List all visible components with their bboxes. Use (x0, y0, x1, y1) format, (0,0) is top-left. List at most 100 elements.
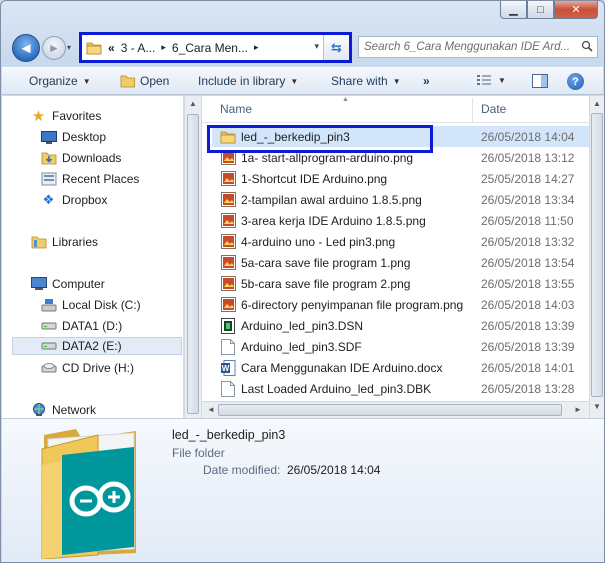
table-row[interactable]: 5a-cara save file program 1.png 26/05/201… (212, 252, 589, 273)
chevron-down-icon: ▼ (498, 75, 506, 85)
sidebar-item-label: Network (52, 403, 97, 417)
back-button[interactable]: ◄ (12, 34, 40, 62)
address-dropdown-icon[interactable]: ▾ (314, 41, 319, 52)
sidebar-item-favorites[interactable]: ★ Favorites (30, 107, 102, 125)
file-date: 26/05/2018 13:12 (481, 150, 575, 165)
star-icon: ★ (31, 108, 46, 125)
table-row[interactable]: Arduino_led_pin3.SDF 26/05/2018 13:39 (212, 336, 589, 357)
scrollbar-thumb[interactable] (187, 114, 199, 414)
system-drive-icon (40, 298, 57, 312)
share-with-button[interactable]: Share with ▼ (331, 74, 401, 88)
table-row[interactable]: Arduino_led_pin3.DSN 26/05/2018 13:39 (212, 315, 589, 336)
breadcrumb-overflow[interactable]: « (108, 41, 115, 55)
recent-places-icon (40, 172, 57, 186)
table-row[interactable]: Last Loaded Arduino_led_pin3.DBK 26/05/20… (212, 378, 589, 399)
scroll-left-icon[interactable]: ◄ (207, 405, 215, 414)
sidebar-item-data2[interactable]: DATA2 (E:) (12, 337, 182, 355)
sidebar-item-computer[interactable]: Computer (30, 275, 105, 293)
column-header-name[interactable]: Name (220, 102, 252, 116)
scroll-up-icon[interactable]: ▲ (593, 99, 601, 108)
details-pane: led_-_berkedip_pin3 File folder Date mod… (2, 418, 604, 562)
help-button[interactable]: ? (567, 73, 584, 90)
file-date: 25/05/2018 14:27 (481, 171, 575, 186)
breadcrumb-separator-icon[interactable]: ▸ (254, 42, 259, 53)
change-view-button[interactable]: ▼ (477, 74, 506, 86)
address-bar[interactable]: « 3 - A... ▸ 6_Cara Men... ▸ ▾ ⇆ (79, 32, 352, 63)
sidebar-item-label: Dropbox (62, 193, 108, 207)
navigation-scrollbar[interactable]: ▲ (184, 96, 201, 418)
sidebar-item-label: DATA2 (E:) (62, 339, 122, 353)
scrollbar-thumb[interactable] (591, 113, 603, 397)
scroll-down-icon[interactable]: ▼ (593, 402, 601, 411)
word-document-icon: W (220, 359, 236, 376)
more-commands-button[interactable]: » (423, 74, 430, 88)
preview-pane-button[interactable] (532, 74, 548, 88)
file-date: 26/05/2018 13:32 (481, 234, 575, 249)
cd-drive-icon (40, 361, 57, 375)
column-header-date[interactable]: Date (481, 102, 506, 116)
sidebar-item-desktop[interactable]: Desktop (40, 128, 106, 146)
sidebar-item-downloads[interactable]: Downloads (40, 149, 121, 167)
sidebar-item-label: Desktop (62, 130, 107, 144)
search-icon[interactable] (581, 40, 593, 55)
file-date: 26/05/2018 14:04 (481, 129, 575, 144)
sidebar-item-dropbox[interactable]: ❖ Dropbox (40, 191, 108, 209)
sidebar-item-data1[interactable]: DATA1 (D:) (40, 317, 122, 335)
open-button[interactable]: Open (120, 74, 169, 88)
sidebar-item-recent-places[interactable]: Recent Places (40, 170, 139, 188)
file-name: Arduino_led_pin3.DSN (241, 318, 364, 333)
column-divider[interactable] (472, 98, 473, 122)
sidebar-item-local-disk[interactable]: Local Disk (C:) (40, 296, 141, 314)
sidebar-item-cd-drive[interactable]: CD Drive (H:) (40, 359, 134, 377)
table-row[interactable]: 6-directory penyimpanan file program.png… (212, 294, 589, 315)
table-row[interactable]: 3-area kerja IDE Arduino 1.8.5.png 26/05/… (212, 210, 589, 231)
table-row[interactable]: 2-tampilan awal arduino 1.8.5.png 26/05/2… (212, 189, 589, 210)
sidebar-item-label: Libraries (52, 235, 99, 249)
table-row[interactable]: W Cara Menggunakan IDE Arduino.docx 26/05/… (212, 357, 589, 378)
file-date: 26/05/2018 13:28 (481, 381, 575, 396)
file-date: 26/05/2018 11:50 (481, 213, 574, 228)
scroll-up-icon[interactable]: ▲ (189, 99, 197, 108)
proteus-file-icon (220, 317, 236, 334)
include-in-library-button[interactable]: Include in library ▼ (198, 74, 298, 88)
breadcrumb-item[interactable]: 6_Cara Men... (172, 41, 248, 55)
search-input[interactable]: Search 6_Cara Menggunakan IDE Ard... (358, 36, 598, 58)
forward-button[interactable]: ► (42, 36, 66, 60)
image-file-icon (220, 192, 236, 208)
breadcrumb-separator-icon[interactable]: ▸ (161, 42, 166, 53)
column-headers: ▲ Name Date (202, 96, 589, 123)
sidebar-item-label: Computer (52, 277, 105, 291)
open-label: Open (140, 74, 170, 88)
file-list-vertical-scrollbar[interactable]: ▲ ▼ (589, 96, 604, 418)
file-icon (220, 380, 236, 397)
table-row[interactable]: 5b-cara save file program 2.png 26/05/201… (212, 273, 589, 294)
chevron-down-icon: ▼ (82, 76, 91, 86)
sidebar-item-libraries[interactable]: Libraries (30, 233, 98, 251)
scroll-right-icon[interactable]: ► (574, 405, 582, 414)
table-row[interactable]: 1-Shortcut IDE Arduino.png 25/05/2018 14:… (212, 168, 589, 189)
file-list-horizontal-scrollbar[interactable]: ◄ ► (202, 401, 589, 418)
include-label: Include in library (198, 74, 286, 88)
organize-label: Organize (29, 74, 78, 88)
scrollbar-thumb[interactable] (218, 404, 562, 416)
table-row[interactable]: 4-arduino uno - Led pin3.png 26/05/2018 1… (212, 231, 589, 252)
file-name: Last Loaded Arduino_led_pin3.DBK (241, 381, 432, 396)
organize-button[interactable]: Organize ▼ (29, 74, 91, 88)
minimize-button[interactable]: ▁ (500, 1, 527, 19)
file-name: 6-directory penyimpanan file program.png (241, 297, 464, 312)
breadcrumb-item[interactable]: 3 - A... (121, 41, 156, 55)
recent-pages-dropdown[interactable]: ▾ (67, 43, 71, 52)
refresh-button[interactable]: ⇆ (323, 35, 349, 60)
file-name: Arduino_led_pin3.SDF (241, 339, 362, 354)
desktop-icon (40, 130, 57, 144)
caption-buttons: ▁ □ ✕ (500, 1, 598, 19)
image-file-icon (220, 255, 236, 271)
sidebar-item-network[interactable]: Network (30, 401, 96, 419)
computer-icon (30, 277, 47, 291)
image-file-icon (220, 297, 236, 313)
close-button[interactable]: ✕ (554, 1, 598, 19)
maximize-button[interactable]: □ (527, 1, 554, 19)
file-name: Cara Menggunakan IDE Arduino.docx (241, 360, 443, 375)
image-file-icon (220, 171, 236, 187)
image-file-icon (220, 276, 236, 292)
